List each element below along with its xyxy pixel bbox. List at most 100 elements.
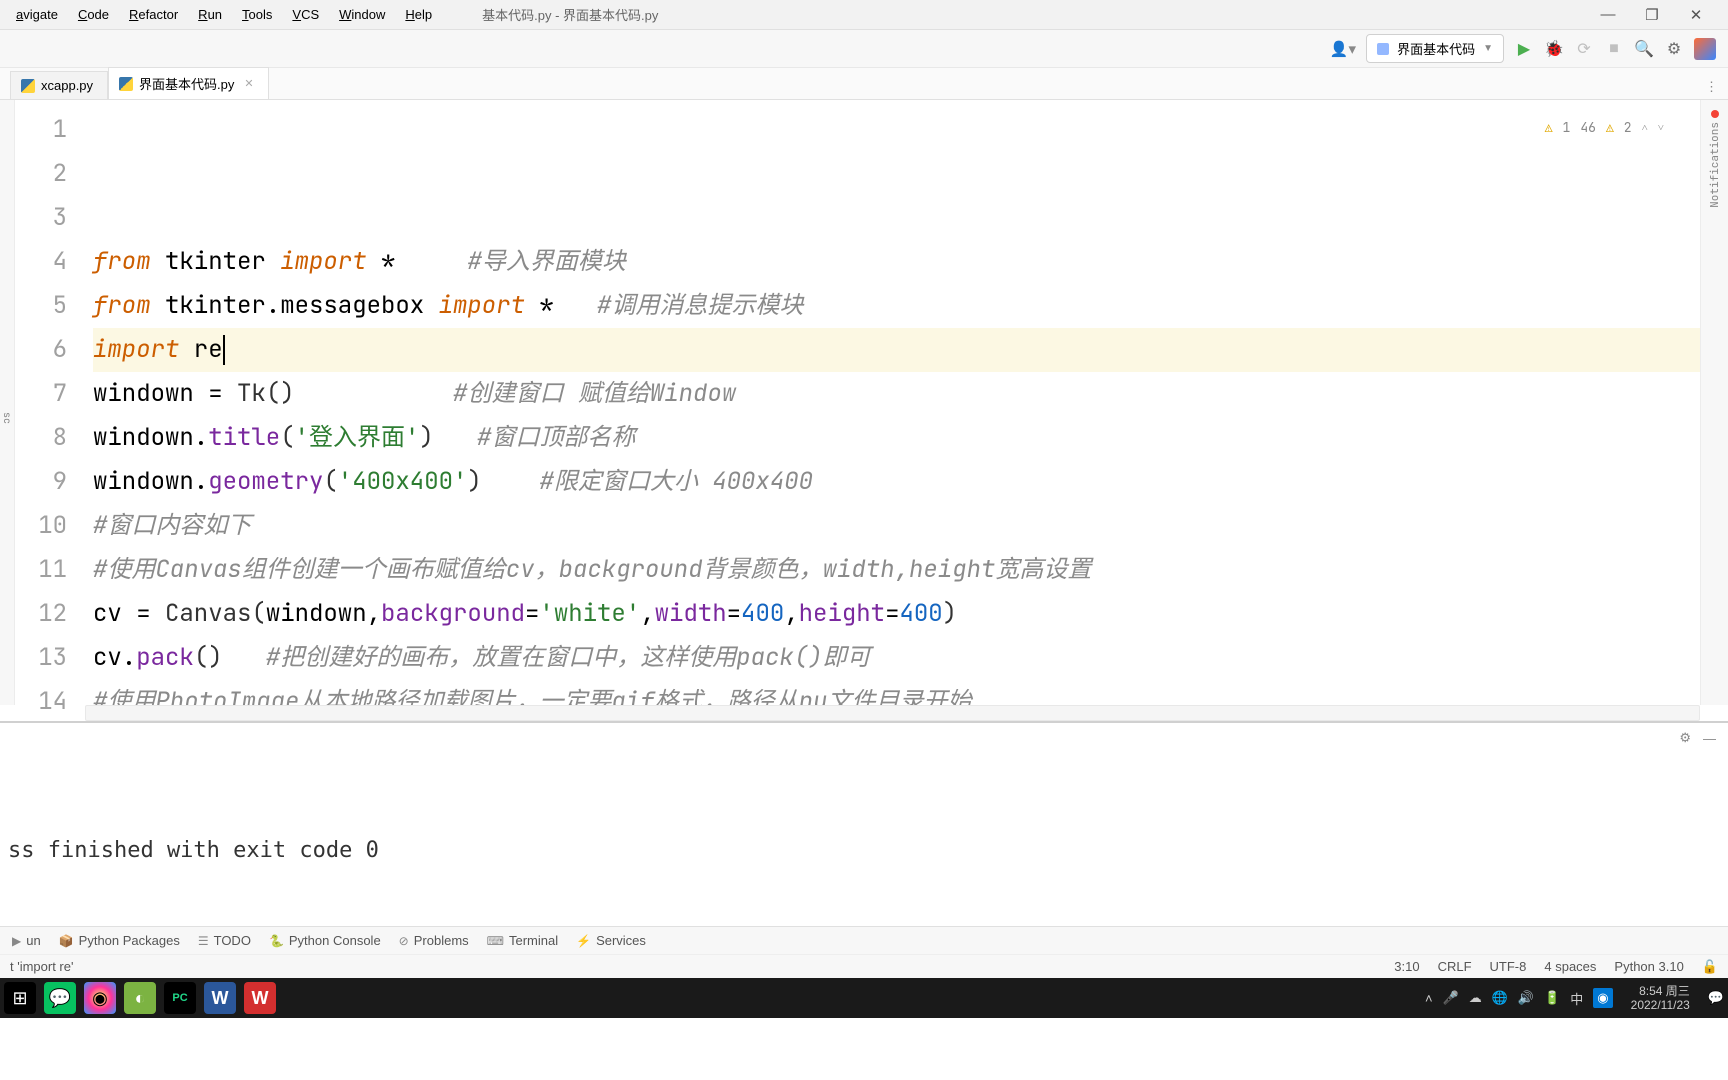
packages-icon: 📦: [59, 934, 74, 948]
menu-help[interactable]: Help: [395, 3, 442, 26]
taskbar-wechat-icon[interactable]: 💬: [44, 982, 76, 1014]
tool-problems-label: Problems: [414, 933, 469, 948]
action-center-icon[interactable]: 💬: [1708, 990, 1724, 1006]
tool-python-console[interactable]: 🐍 Python Console: [269, 933, 381, 948]
tray-chevron-icon[interactable]: ˄: [1425, 991, 1433, 1006]
stop-icon[interactable]: ■: [1604, 40, 1624, 58]
text-cursor: [223, 335, 225, 365]
caret-position[interactable]: 3:10: [1394, 959, 1419, 975]
code-line[interactable]: cv = Canvas(windown,background='white',w…: [93, 592, 1700, 636]
tray-battery-icon[interactable]: 🔋: [1544, 990, 1560, 1006]
tool-services[interactable]: ⚡ Services: [576, 933, 646, 948]
code-line[interactable]: windown.geometry('400x400') #限定窗口大小 400x…: [93, 460, 1700, 504]
tool-run[interactable]: ▶un: [12, 933, 41, 948]
console-icon: 🐍: [269, 934, 284, 948]
run-tool-window: ⚙ — ss finished with exit code 0: [0, 721, 1728, 926]
warning-count-1: 1: [1563, 106, 1571, 150]
readonly-lock-icon[interactable]: 🔓: [1702, 959, 1718, 975]
menu-navigate[interactable]: avigate: [6, 3, 68, 26]
menu-code[interactable]: Code: [68, 3, 119, 26]
services-icon: ⚡: [576, 934, 591, 948]
code-line[interactable]: #使用PhotoImage从本地路径加载图片，一定要gif格式，路径从py文件目…: [93, 680, 1700, 705]
window-controls: — ❐ ✕: [1596, 6, 1722, 24]
menu-vcs[interactable]: VCS: [282, 3, 329, 26]
code-line[interactable]: windown.title('登入界面') #窗口顶部名称: [93, 416, 1700, 460]
tool-problems[interactable]: ⊘Problems: [399, 933, 469, 948]
python-interpreter[interactable]: Python 3.10: [1614, 959, 1683, 975]
tab-label: 界面基本代码.py: [139, 74, 234, 93]
tray-ime-icon[interactable]: 中: [1570, 989, 1583, 1008]
taskbar-pycharm-icon[interactable]: PC: [164, 982, 196, 1014]
tray-network-icon[interactable]: 🌐: [1492, 990, 1508, 1006]
tab-label: xcapp.py: [41, 78, 93, 93]
search-icon[interactable]: 🔍: [1634, 39, 1654, 59]
tool-todo[interactable]: ☰TODO: [198, 933, 251, 948]
notifications-button[interactable]: Notifications: [1708, 122, 1722, 208]
run-settings-icon[interactable]: ⚙: [1679, 730, 1691, 746]
code-line[interactable]: import re: [93, 328, 1700, 372]
tray-volume-icon[interactable]: 🔊: [1518, 990, 1534, 1006]
close-button[interactable]: ✕: [1684, 6, 1708, 24]
code-line[interactable]: from tkinter import * #导入界面模块: [93, 240, 1700, 284]
code-editor[interactable]: ⚠ 1 46 ⚠ 2 ˄ ˅ from tkinter import * #导入…: [85, 100, 1700, 705]
maximize-button[interactable]: ❐: [1640, 6, 1664, 24]
indent-info[interactable]: 4 spaces: [1544, 959, 1596, 975]
main-menu: avigate Code Refactor Run Tools VCS Wind…: [6, 3, 442, 26]
taskbar-app-green-icon[interactable]: ◐: [124, 982, 156, 1014]
tool-terminal-label: Terminal: [509, 933, 558, 948]
line-separator[interactable]: CRLF: [1438, 959, 1472, 975]
tool-python-console-label: Python Console: [289, 933, 381, 948]
close-tab-icon[interactable]: ✕: [244, 77, 253, 90]
chevron-up-icon[interactable]: ˄: [1642, 106, 1648, 150]
menu-window[interactable]: Window: [329, 3, 395, 26]
run-tab-icon: ▶: [12, 934, 21, 948]
terminal-icon: ⌨: [487, 934, 504, 948]
code-line[interactable]: #使用Canvas组件创建一个画布赋值给cv，background背景颜色，wi…: [93, 548, 1700, 592]
taskbar-word-icon[interactable]: W: [204, 982, 236, 1014]
tray-security-icon[interactable]: ◉: [1593, 988, 1612, 1008]
code-with-me-icon[interactable]: [1694, 38, 1716, 60]
tray-mic-icon[interactable]: 🎤: [1443, 990, 1459, 1006]
run-output[interactable]: ss finished with exit code 0: [0, 753, 1728, 926]
editor-tabs: xcapp.py 界面基本代码.py ✕ ⋮: [0, 68, 1728, 100]
menu-refactor[interactable]: Refactor: [119, 3, 188, 26]
inspection-widget[interactable]: ⚠ 1 46 ⚠ 2 ˄ ˅: [1539, 104, 1670, 152]
editor-area: sc 1234567891011121314 ⚠ 1 46 ⚠ 2 ˄ ˅ fr…: [0, 100, 1728, 705]
taskbar-wps-icon[interactable]: W: [244, 982, 276, 1014]
menu-tools[interactable]: Tools: [232, 3, 282, 26]
code-line[interactable]: #窗口内容如下: [93, 504, 1700, 548]
menu-run[interactable]: Run: [188, 3, 232, 26]
tray-onedrive-icon[interactable]: ☁: [1469, 990, 1482, 1006]
debug-icon[interactable]: 🐞: [1544, 39, 1564, 59]
line-number-gutter[interactable]: 1234567891011121314: [15, 100, 85, 705]
run-configuration-selector[interactable]: 界面基本代码 ▼: [1366, 34, 1504, 63]
taskbar-start-icon[interactable]: ⊞: [4, 982, 36, 1014]
code-line[interactable]: from tkinter.messagebox import * #调用消息提示…: [93, 284, 1700, 328]
run-icon[interactable]: ▶: [1514, 39, 1534, 59]
weak-warning-count: 2: [1624, 106, 1632, 150]
left-tool-strip[interactable]: sc: [0, 100, 15, 705]
python-file-icon: [119, 77, 133, 91]
notification-dot-icon: [1711, 110, 1719, 118]
status-hint: t 'import re': [10, 959, 73, 974]
code-line[interactable]: windown = Tk() #创建窗口 赋值给Window: [93, 372, 1700, 416]
right-tool-strip: Notifications: [1700, 100, 1728, 705]
main-toolbar: 👤▾ 界面基本代码 ▼ ▶ 🐞 ⟳ ■ 🔍 ⚙: [0, 30, 1728, 68]
taskbar-clock[interactable]: 8:54 周三 2022/11/23: [1623, 984, 1698, 1013]
tab-xcapp[interactable]: xcapp.py: [10, 71, 108, 99]
tool-services-label: Services: [596, 933, 646, 948]
taskbar-browser-icon[interactable]: ◉: [84, 982, 116, 1014]
file-encoding[interactable]: UTF-8: [1490, 959, 1527, 975]
run-hide-icon[interactable]: —: [1703, 731, 1716, 746]
tool-python-packages[interactable]: 📦Python Packages: [59, 933, 180, 948]
tab-界面基本代码[interactable]: 界面基本代码.py ✕: [108, 67, 269, 99]
code-line[interactable]: cv.pack() #把创建好的画布，放置在窗口中，这样使用pack()即可: [93, 636, 1700, 680]
minimize-button[interactable]: —: [1596, 6, 1620, 24]
tabs-more-icon[interactable]: ⋮: [1695, 75, 1728, 99]
horizontal-scrollbar[interactable]: [85, 705, 1700, 721]
user-icon[interactable]: 👤▾: [1330, 40, 1356, 58]
settings-icon[interactable]: ⚙: [1664, 39, 1684, 59]
tool-terminal[interactable]: ⌨ Terminal: [487, 933, 558, 948]
chevron-down-icon[interactable]: ˅: [1658, 106, 1664, 150]
coverage-icon[interactable]: ⟳: [1574, 39, 1594, 59]
